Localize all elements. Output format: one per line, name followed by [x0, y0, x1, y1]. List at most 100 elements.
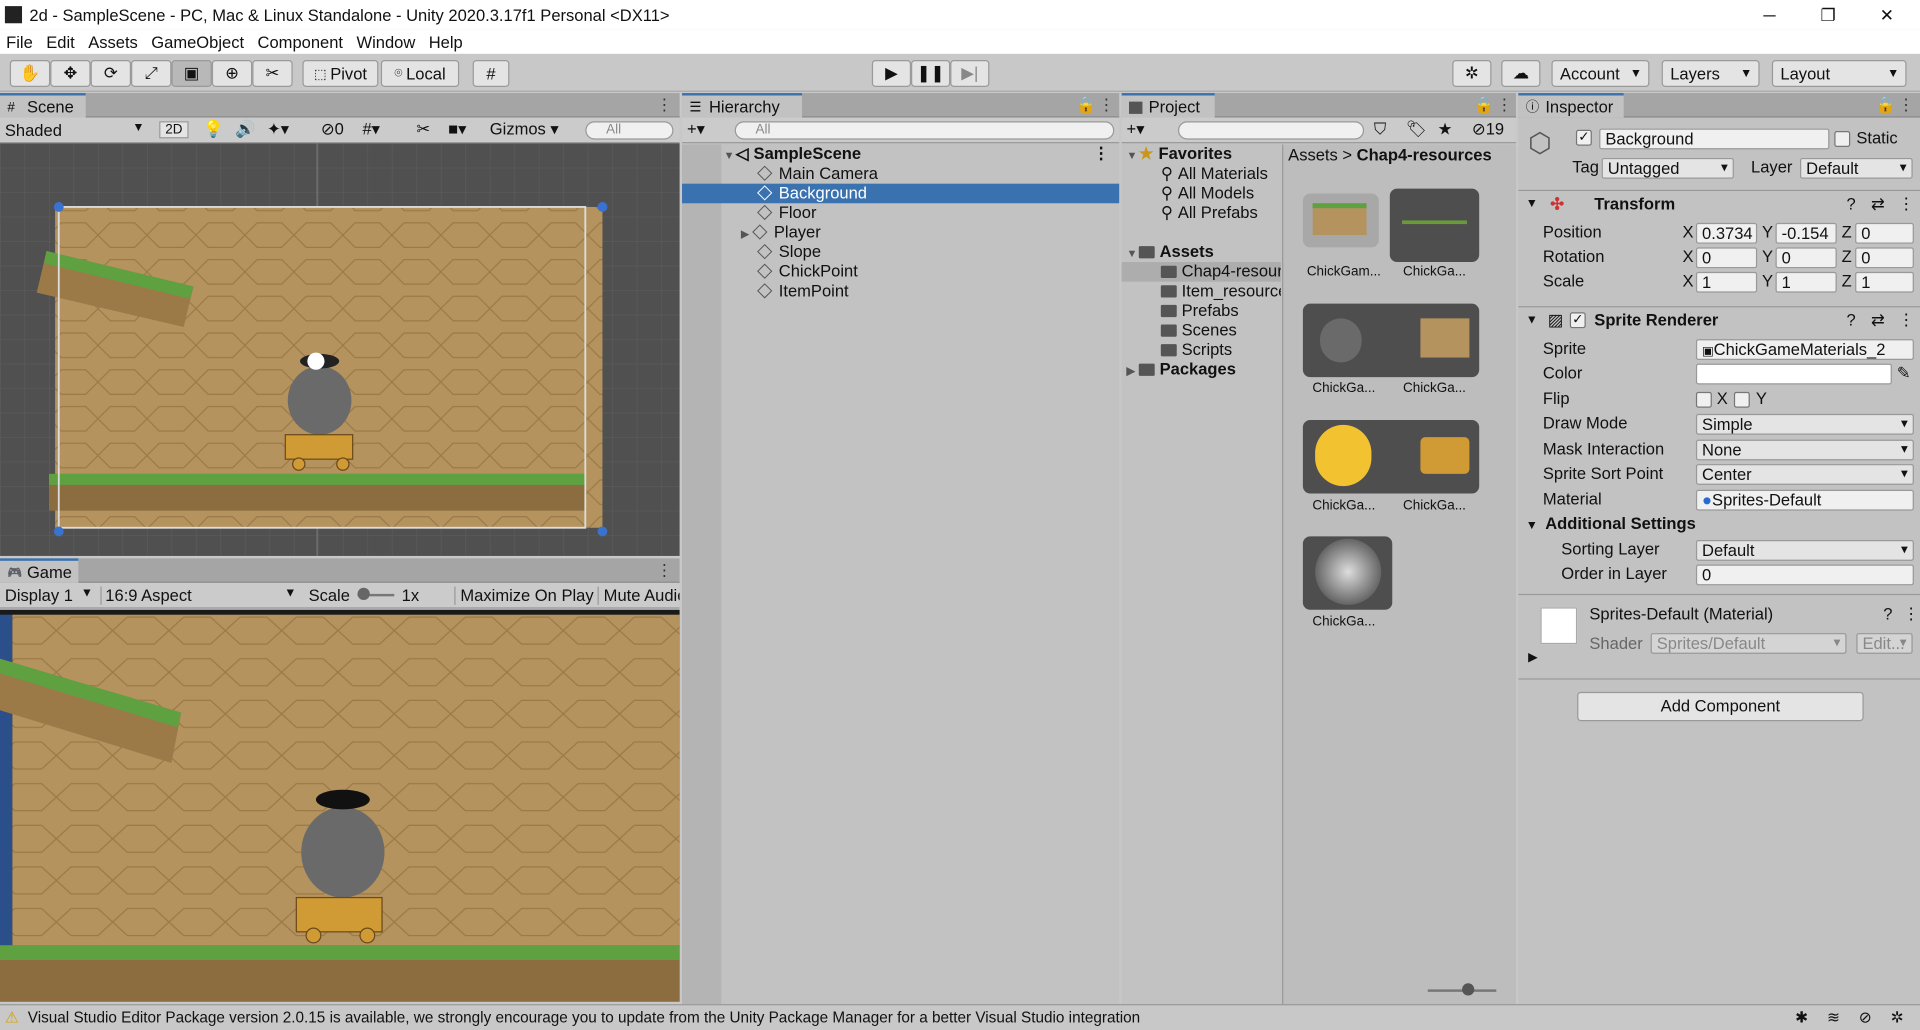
hierarchy-item-slope[interactable]: Slope	[682, 242, 1119, 262]
sprite-renderer-header[interactable]: ▼ ▨ ✓ Sprite Renderer? ⇄ ⋮	[1518, 306, 1920, 333]
transform-tool-icon[interactable]: ⊕	[211, 60, 253, 87]
expand-arrow-icon[interactable]: ▶	[1528, 651, 1537, 664]
packages-row[interactable]: ▶ Packages	[1122, 360, 1281, 380]
menu-edit[interactable]: Edit	[40, 32, 82, 50]
hierarchy-lock-icon[interactable]: 🔒	[1076, 96, 1096, 116]
color-field[interactable]	[1695, 363, 1892, 385]
rotation-z-field[interactable]: 0	[1855, 247, 1914, 269]
camera-icon[interactable]: ■▾	[448, 120, 466, 140]
layers-dropdown[interactable]: Layers ▼	[1661, 60, 1760, 87]
sprite-sort-point-dropdown[interactable]: Center	[1695, 464, 1914, 485]
mute-audio-toggle[interactable]: Mute Audio	[597, 585, 680, 605]
pause-button[interactable]: ❚❚	[911, 60, 951, 87]
favorite-all-models[interactable]: ⚲ All Models	[1122, 184, 1281, 204]
position-y-field[interactable]: -0.154	[1775, 222, 1837, 244]
tag-dropdown[interactable]: Untagged	[1601, 157, 1734, 179]
position-z-field[interactable]: 0	[1855, 222, 1914, 244]
folder-scripts[interactable]: Scripts	[1122, 340, 1281, 360]
scale-slider[interactable]	[357, 587, 395, 601]
maximize-on-play-toggle[interactable]: Maximize On Play	[454, 585, 594, 605]
account-dropdown[interactable]: Account ▼	[1551, 60, 1650, 87]
draw-mode-dropdown[interactable]: Simple	[1695, 413, 1914, 435]
step-button[interactable]: ▶|	[950, 60, 990, 87]
grid-icon[interactable]: #▾	[362, 120, 380, 140]
breadcrumb-assets[interactable]: Assets	[1288, 146, 1338, 164]
preset-icon[interactable]: ⇄	[1871, 307, 1885, 333]
object-name-field[interactable]: Background	[1599, 128, 1830, 150]
shader-dropdown[interactable]: Sprites/Default	[1650, 633, 1847, 654]
help-icon[interactable]: ?	[1847, 191, 1856, 217]
collab-icon[interactable]: ✲	[1452, 60, 1492, 87]
debug-mode-icon[interactable]: ⊘	[1859, 1005, 1872, 1029]
component-menu-icon[interactable]: ⋮	[1898, 191, 1915, 217]
pivot-button[interactable]: ⬚ Pivot	[302, 60, 379, 87]
hand-tool-icon[interactable]: ✋	[9, 60, 51, 87]
tab-game[interactable]: 🎮 Game	[0, 558, 79, 583]
folder-chap4-resources[interactable]: Chap4-resources	[1121, 262, 1281, 282]
menu-component[interactable]: Component	[251, 32, 350, 50]
grid-snap-icon[interactable]: #	[472, 60, 510, 87]
filter-label-icon[interactable]: 🏷	[1406, 120, 1427, 140]
hierarchy-item-player[interactable]: ▶ Player	[682, 223, 1119, 243]
project-menu-icon[interactable]: ⋮	[1496, 96, 1512, 116]
flip-x-checkbox[interactable]	[1695, 391, 1712, 408]
favorite-all-materials[interactable]: ⚲ All Materials	[1122, 164, 1281, 184]
hierarchy-add-button[interactable]: +▾	[687, 120, 705, 140]
shading-dropdown[interactable]: Shaded ▼	[5, 121, 149, 139]
gizmos-dropdown[interactable]: Gizmos ▾	[490, 120, 559, 140]
folder-scenes[interactable]: Scenes	[1122, 321, 1281, 341]
lighting-icon[interactable]: 💡	[203, 120, 224, 140]
scale-y-field[interactable]: 1	[1775, 271, 1837, 293]
inspector-menu-icon[interactable]: ⋮	[1898, 96, 1914, 116]
tools-icon[interactable]: ✂	[416, 120, 430, 140]
sprite-field[interactable]: ▣ChickGameMaterials_2	[1695, 339, 1914, 361]
sprite-renderer-enabled-checkbox[interactable]: ✓	[1569, 312, 1586, 329]
assets-row[interactable]: ▼ Assets	[1122, 242, 1281, 262]
help-icon[interactable]: ?	[1883, 605, 1892, 623]
play-button[interactable]: ▶	[871, 60, 912, 87]
flip-y-checkbox[interactable]	[1733, 391, 1750, 408]
expand-arrow-icon[interactable]: ▶	[741, 224, 753, 244]
scene-viewport[interactable]	[0, 143, 680, 556]
layer-dropdown[interactable]: Default	[1800, 157, 1913, 179]
scale-z-field[interactable]: 1	[1855, 271, 1914, 293]
sorting-layer-dropdown[interactable]: Default	[1695, 540, 1914, 561]
component-menu-icon[interactable]: ⋮	[1898, 307, 1915, 333]
tab-project[interactable]: Project	[1121, 93, 1215, 118]
project-lock-icon[interactable]: 🔒	[1474, 96, 1494, 116]
game-viewport[interactable]	[0, 609, 680, 1002]
mask-interaction-dropdown[interactable]: None	[1695, 439, 1914, 461]
hierarchy-scene-row[interactable]: ▼◁ SampleScene ⋮	[682, 144, 1119, 164]
component-menu-icon[interactable]: ⋮	[1903, 605, 1920, 625]
audio-icon[interactable]: 🔊	[235, 120, 256, 140]
position-x-field[interactable]: 0.3734	[1695, 222, 1758, 244]
material-field[interactable]: ●Sprites-Default	[1695, 489, 1914, 511]
hierarchy-item-background[interactable]: Background	[682, 183, 1120, 204]
scene-menu-icon[interactable]: ⋮	[656, 96, 672, 116]
visibility-icon[interactable]: ⊘0	[321, 120, 344, 140]
filter-type-icon[interactable]: ⛉	[1374, 120, 1386, 140]
hierarchy-menu-icon[interactable]: ⋮	[1098, 96, 1114, 116]
maximize-button[interactable]: ❐	[1800, 0, 1856, 29]
tab-inspector[interactable]: ⓘ Inspector	[1518, 93, 1624, 118]
rotation-x-field[interactable]: 0	[1695, 247, 1758, 269]
bug-icon[interactable]: ✱	[1795, 1005, 1808, 1029]
layout-dropdown[interactable]: Layout ▼	[1771, 60, 1907, 87]
additional-settings-foldout[interactable]: ▼ Additional Settings	[1526, 514, 1696, 532]
display-dropdown[interactable]: Display 1 ▼	[5, 586, 96, 604]
asset-thumbnail[interactable]	[1302, 303, 1480, 378]
folder-prefabs[interactable]: Prefabs	[1122, 301, 1281, 321]
project-add-button[interactable]: +▾	[1127, 120, 1145, 140]
folder-item-resources[interactable]: Item_resources	[1122, 282, 1281, 302]
menu-help[interactable]: Help	[423, 32, 470, 50]
hierarchy-item-chickpoint[interactable]: ChickPoint	[682, 262, 1119, 282]
asset-thumbnail[interactable]	[1302, 193, 1379, 248]
project-search-input[interactable]	[1177, 121, 1365, 140]
favorites-row[interactable]: ▼★ Favorites	[1122, 144, 1281, 164]
effects-icon[interactable]: ✦▾	[267, 120, 289, 140]
move-tool-icon[interactable]: ✥	[50, 60, 91, 87]
rect-tool-icon[interactable]: ▣	[171, 60, 212, 87]
hierarchy-search-input[interactable]: All	[734, 121, 1115, 140]
add-component-button[interactable]: Add Component	[1577, 691, 1864, 722]
game-menu-icon[interactable]: ⋮	[656, 561, 672, 581]
